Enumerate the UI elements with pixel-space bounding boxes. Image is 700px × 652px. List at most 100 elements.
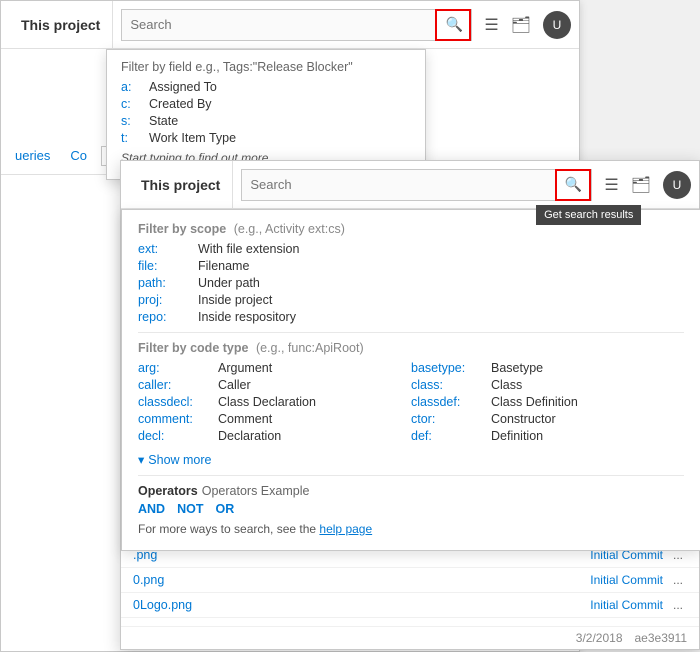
table-row: 0.png Initial Commit ... <box>121 568 699 593</box>
code-key-def[interactable]: def: <box>411 429 491 443</box>
operators-label: Operators <box>138 484 198 498</box>
code-value-basetype: Basetype <box>491 361 543 375</box>
operators-example: Operators Example <box>202 484 310 498</box>
back-project-tab[interactable]: This project <box>9 1 113 49</box>
scope-value-proj: Inside project <box>198 293 272 307</box>
briefcase-icon[interactable]: 🗂 <box>511 15 531 35</box>
and-operator-btn[interactable]: AND <box>138 502 165 516</box>
chevron-down-icon: ▾ <box>138 452 144 467</box>
front-search-input[interactable] <box>242 177 555 192</box>
more-options-btn[interactable]: ... <box>669 598 687 612</box>
scope-key-file[interactable]: file: <box>138 259 198 273</box>
queries-nav-item[interactable]: ueries <box>9 148 56 163</box>
file-commit: Initial Commit ... <box>590 598 687 612</box>
filter-row-c: c: Created By <box>121 97 411 111</box>
scope-row-ext: ext: With file extension <box>138 242 684 256</box>
filter-key-t[interactable]: t: <box>121 131 149 145</box>
filter-code-title: Filter by code type (e.g., func:ApiRoot) <box>138 341 684 355</box>
front-search-box: 🔍 Get search results <box>241 169 592 201</box>
filter-key-a[interactable]: a: <box>121 80 149 94</box>
date-label: 3/2/2018 <box>576 631 623 645</box>
code-value-arg: Argument <box>218 361 272 375</box>
code-value-ctor: Constructor <box>491 412 556 426</box>
filter-row-a: a: Assigned To <box>121 80 411 94</box>
code-key-arg[interactable]: arg: <box>138 361 218 375</box>
filter-key-s[interactable]: s: <box>121 114 149 128</box>
code-key-basetype[interactable]: basetype: <box>411 361 491 375</box>
commit-link[interactable]: Initial Commit <box>590 573 663 587</box>
code-row-classdecl: classdecl: Class Declaration <box>138 395 411 409</box>
front-search-button[interactable]: 🔍 <box>555 169 591 201</box>
more-options-btn[interactable]: ... <box>669 573 687 587</box>
file-name[interactable]: 0.png <box>133 573 590 587</box>
file-commit: Initial Commit ... <box>590 573 687 587</box>
code-row-ctor: ctor: Constructor <box>411 412 684 426</box>
list-icon[interactable]: ☰ <box>484 15 498 35</box>
scope-row-repo: repo: Inside respository <box>138 310 684 324</box>
code-value-classdef: Class Definition <box>491 395 578 409</box>
scope-row-file: file: Filename <box>138 259 684 273</box>
code-key-comment[interactable]: comment: <box>138 412 218 426</box>
back-topbar-icons: ☰ 🗂 U <box>484 11 571 39</box>
help-page-link[interactable]: help page <box>319 522 372 536</box>
code-value-decl: Declaration <box>218 429 281 443</box>
co-nav-item[interactable]: Co <box>64 148 93 163</box>
scope-value-repo: Inside respository <box>198 310 296 324</box>
scope-row-proj: proj: Inside project <box>138 293 684 307</box>
code-value-comment: Comment <box>218 412 272 426</box>
front-window: This project 🔍 Get search results ☰ 🗂 U … <box>120 160 700 650</box>
code-row-decl: decl: Declaration <box>138 429 411 443</box>
filter-field-title: Filter by field e.g., Tags:"Release Bloc… <box>121 60 411 74</box>
code-row-caller: caller: Caller <box>138 378 411 392</box>
scope-value-ext: With file extension <box>198 242 299 256</box>
back-search-box: 🔍 <box>121 9 472 41</box>
front-project-tab[interactable]: This project <box>129 161 233 209</box>
search-icon: 🔍 <box>446 16 463 33</box>
code-row-basetype: basetype: Basetype <box>411 361 684 375</box>
avatar[interactable]: U <box>663 171 691 199</box>
filter-scope-title: Filter by scope (e.g., Activity ext:cs) <box>138 222 684 236</box>
show-more-btn[interactable]: ▾ Show more <box>138 452 684 467</box>
code-key-ctor[interactable]: ctor: <box>411 412 491 426</box>
divider <box>138 332 684 333</box>
filter-value-a: Assigned To <box>149 80 217 94</box>
front-topbar-icons: ☰ 🗂 U <box>604 171 691 199</box>
code-key-class[interactable]: class: <box>411 378 491 392</box>
search-icon: 🔍 <box>565 176 582 193</box>
avatar[interactable]: U <box>543 11 571 39</box>
code-row-def: def: Definition <box>411 429 684 443</box>
hash-label: ae3e3911 <box>635 631 688 645</box>
code-row-comment: comment: Comment <box>138 412 411 426</box>
filter-row-s: s: State <box>121 114 411 128</box>
scope-key-repo[interactable]: repo: <box>138 310 198 324</box>
file-name[interactable]: 0Logo.png <box>133 598 590 612</box>
code-value-classdecl: Class Declaration <box>218 395 316 409</box>
filter-key-c[interactable]: c: <box>121 97 149 111</box>
scope-key-proj[interactable]: proj: <box>138 293 198 307</box>
filter-row-t: t: Work Item Type <box>121 131 411 145</box>
code-key-caller[interactable]: caller: <box>138 378 218 392</box>
briefcase-icon[interactable]: 🗂 <box>631 175 651 195</box>
code-row-arg: arg: Argument <box>138 361 411 375</box>
code-key-classdef[interactable]: classdef: <box>411 395 491 409</box>
scope-row-path: path: Under path <box>138 276 684 290</box>
front-filter-dropdown: Filter by scope (e.g., Activity ext:cs) … <box>121 209 700 551</box>
code-value-class: Class <box>491 378 522 392</box>
code-key-classdecl[interactable]: classdecl: <box>138 395 218 409</box>
bottom-info-row: 3/2/2018 ae3e3911 <box>121 626 699 649</box>
scope-key-ext[interactable]: ext: <box>138 242 198 256</box>
back-search-input[interactable] <box>122 17 435 32</box>
operator-btns: AND NOT OR <box>138 502 684 516</box>
search-btn-wrapper: 🔍 Get search results <box>555 169 591 201</box>
back-topbar: This project 🔍 ☰ 🗂 U <box>1 1 579 49</box>
code-rows-grid: arg: Argument basetype: Basetype caller:… <box>138 361 684 446</box>
list-icon[interactable]: ☰ <box>604 175 618 195</box>
commit-link[interactable]: Initial Commit <box>590 598 663 612</box>
filter-value-c: Created By <box>149 97 212 111</box>
code-key-decl[interactable]: decl: <box>138 429 218 443</box>
code-row-class: class: Class <box>411 378 684 392</box>
back-search-button[interactable]: 🔍 <box>435 9 471 41</box>
or-operator-btn[interactable]: OR <box>215 502 234 516</box>
not-operator-btn[interactable]: NOT <box>177 502 203 516</box>
scope-key-path[interactable]: path: <box>138 276 198 290</box>
